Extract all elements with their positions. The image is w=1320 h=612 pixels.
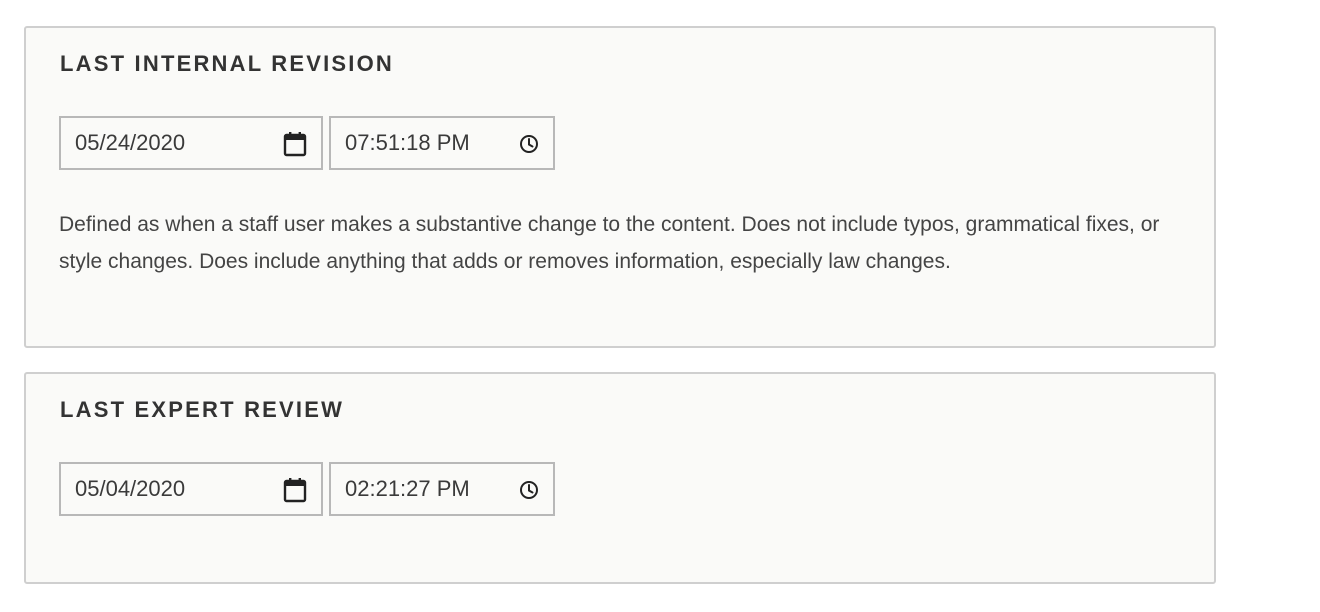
panel-title: LAST EXPERT REVIEW <box>60 397 345 422</box>
clock-icon[interactable] <box>519 480 539 500</box>
date-value: 05/24/2020 <box>75 130 186 155</box>
last-internal-revision-panel: LAST INTERNAL REVISION 05/24/2020 07:51:… <box>24 26 1216 348</box>
last-expert-review-panel: LAST EXPERT REVIEW 05/04/2020 02:21:27 P… <box>24 372 1216 584</box>
time-value: 02:21:27 PM <box>345 476 470 501</box>
revision-date-input[interactable]: 05/24/2020 <box>59 116 323 170</box>
calendar-icon[interactable] <box>283 477 307 503</box>
date-value: 05/04/2020 <box>75 476 186 501</box>
revision-description: Defined as when a staff user makes a sub… <box>59 213 1160 273</box>
revision-time-input[interactable]: 07:51:18 PM <box>329 116 555 170</box>
review-time-input[interactable]: 02:21:27 PM <box>329 462 555 516</box>
clock-icon[interactable] <box>519 134 539 154</box>
panel-title: LAST INTERNAL REVISION <box>60 51 395 76</box>
review-date-input[interactable]: 05/04/2020 <box>59 462 323 516</box>
time-value: 07:51:18 PM <box>345 130 470 155</box>
calendar-icon[interactable] <box>283 131 307 157</box>
